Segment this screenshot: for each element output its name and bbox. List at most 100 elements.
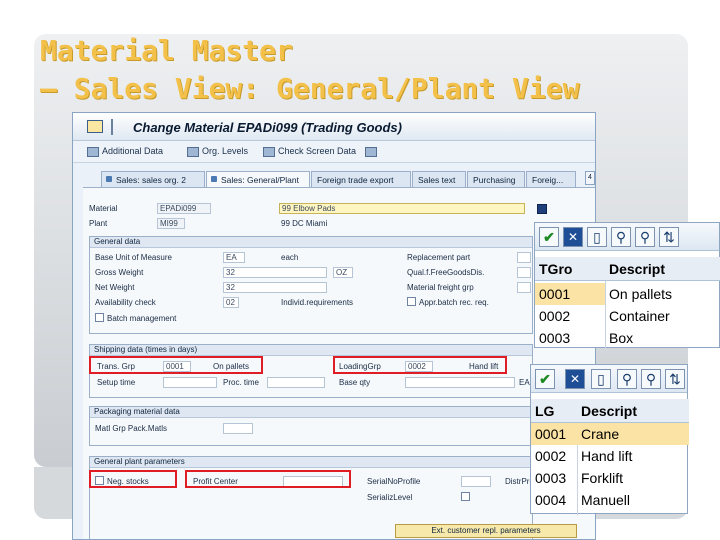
base-uom-field[interactable]: EA <box>223 252 245 263</box>
tab-purchasing[interactable]: Purchasing <box>467 171 525 187</box>
check-screen-data-icon <box>263 146 275 157</box>
qual-free-goods-label: Qual.f.FreeGoodsDis. <box>407 268 485 277</box>
sort-icon[interactable]: ⇅ <box>665 369 685 389</box>
list-item[interactable]: 0003 <box>531 467 577 489</box>
find-next-icon[interactable]: ⚲ <box>635 227 655 247</box>
ext-customer-repl-button[interactable]: Ext. customer repl. parameters <box>395 524 577 538</box>
proc-time-label: Proc. time <box>223 378 260 387</box>
tab-foreign[interactable]: Foreig... <box>526 171 576 187</box>
sort-icon[interactable]: ⇅ <box>659 227 679 247</box>
tab-sales-general-plant[interactable]: Sales: General/Plant <box>206 171 310 187</box>
tab-scroll-button[interactable]: 4 <box>585 171 595 185</box>
replacement-part-field[interactable] <box>517 252 531 263</box>
material-description-field: 99 Elbow Pads <box>279 203 525 214</box>
list-item[interactable]: Manuell <box>577 489 689 511</box>
checkmark-icon[interactable]: ✔ <box>539 227 559 247</box>
net-weight-field[interactable]: 32 <box>223 282 327 293</box>
list-item[interactable]: 0003 <box>535 327 605 349</box>
base-qty-unit: EA <box>519 378 530 387</box>
tgro-column-header[interactable]: TGro <box>535 257 605 281</box>
appr-batch-label: Appr.batch rec. req. <box>419 298 489 307</box>
base-qty-field[interactable] <box>405 377 515 388</box>
batch-management-checkbox[interactable] <box>95 313 104 322</box>
serial-profile-field[interactable] <box>461 476 491 487</box>
print-button[interactable] <box>365 146 380 157</box>
application-toolbar: Additional Data Org. Levels Check Screen… <box>73 141 595 163</box>
list-item[interactable]: On pallets <box>605 283 720 305</box>
cancel-icon[interactable]: ✕ <box>565 369 585 389</box>
availability-check-text: Individ.requirements <box>281 298 354 307</box>
replacement-part-label: Replacement part <box>407 253 471 262</box>
list-item[interactable]: Crane <box>577 423 689 445</box>
transport-group-popup: ✔ ✕ ▯ ⚲ ⚲ ⇅ TGro Descript 0001 On pallet… <box>534 222 720 349</box>
neg-stocks-highlight <box>89 470 177 488</box>
slide-title-line2: – Sales View: General/Plant View <box>40 72 580 105</box>
list-item[interactable]: 0002 <box>535 305 605 327</box>
title-separator <box>111 119 113 135</box>
tab-sales-org-2[interactable]: Sales: sales org. 2 <box>101 171 205 187</box>
serial-level-label: SerializLevel <box>367 493 413 502</box>
new-document-icon[interactable]: ▯ <box>591 369 611 389</box>
org-levels-icon <box>187 146 199 157</box>
list-item[interactable]: 0001 <box>535 283 605 305</box>
serial-level-checkbox[interactable] <box>461 492 470 501</box>
list-item[interactable]: 0004 <box>531 489 577 511</box>
find-next-icon[interactable]: ⚲ <box>641 369 661 389</box>
gross-weight-field[interactable]: 32 <box>223 267 327 278</box>
availability-check-field[interactable]: 02 <box>223 297 239 308</box>
availability-check-label: Availability check <box>95 298 156 307</box>
serial-profile-label: SerialNoProfile <box>367 477 421 486</box>
check-screen-data-button[interactable]: Check Screen Data <box>263 146 356 157</box>
transport-descript-column-header[interactable]: Descript <box>605 257 720 281</box>
base-uom-text: each <box>281 253 299 262</box>
material-field: EPADi099 <box>157 203 211 214</box>
list-item[interactable]: Forklift <box>577 467 689 489</box>
new-document-icon[interactable]: ▯ <box>587 227 607 247</box>
binoculars-icon[interactable]: ⚲ <box>617 369 637 389</box>
menu-icon[interactable] <box>87 120 103 133</box>
lg-column-header[interactable]: LG <box>531 399 577 423</box>
appr-batch-checkbox[interactable] <box>407 297 416 306</box>
tab-sales-text[interactable]: Sales text <box>412 171 466 187</box>
material-label: Material <box>89 204 118 213</box>
shipping-data-heading: Shipping data (times in days) <box>90 345 532 356</box>
gross-weight-label: Gross Weight <box>95 268 144 277</box>
proc-time-field[interactable] <box>267 377 325 388</box>
sap-title-bar: Change Material EPADi099 (Trading Goods) <box>73 113 595 141</box>
binoculars-icon[interactable]: ⚲ <box>611 227 631 247</box>
additional-data-icon <box>87 146 99 157</box>
material-freight-field[interactable] <box>517 282 531 293</box>
list-item[interactable]: Box <box>605 327 720 349</box>
window-title: Change Material EPADi099 (Trading Goods) <box>133 120 402 135</box>
loading-descript-column-header[interactable]: Descript <box>577 399 689 423</box>
tab-foreign-trade-export[interactable]: Foreign trade export <box>311 171 411 187</box>
list-item[interactable]: Container <box>605 305 720 327</box>
loading-popup-toolbar: ✔ ✕ ▯ ⚲ ⚲ ⇅ <box>531 365 687 393</box>
matl-grp-field[interactable] <box>223 423 253 434</box>
base-uom-label: Base Unit of Measure <box>95 253 172 262</box>
slide-title-line1: Material Master <box>40 34 293 67</box>
loading-grp-highlight <box>333 356 507 374</box>
trans-grp-highlight <box>89 356 263 374</box>
list-item[interactable]: 0001 <box>531 423 577 445</box>
packaging-heading: Packaging material data <box>90 407 532 418</box>
list-item[interactable]: Hand lift <box>577 445 689 467</box>
tab-content-pane: Material EPADi099 99 Elbow Pads Plant MI… <box>83 187 595 539</box>
plant-label: Plant <box>89 219 108 228</box>
loading-group-popup: ✔ ✕ ▯ ⚲ ⚲ ⇅ LG Descript 0001 Crane 0002 … <box>530 364 689 515</box>
org-levels-button[interactable]: Org. Levels <box>187 146 248 157</box>
qual-free-goods-field[interactable] <box>517 267 531 278</box>
info-icon[interactable] <box>537 204 547 214</box>
material-freight-label: Material freight grp <box>407 283 474 292</box>
matl-grp-label: Matl Grp Pack.Matls <box>95 424 168 433</box>
printer-icon <box>365 146 377 157</box>
weight-unit-field[interactable]: OZ <box>333 267 353 278</box>
setup-time-field[interactable] <box>163 377 217 388</box>
additional-data-button[interactable]: Additional Data <box>87 146 163 157</box>
batch-management-label: Batch management <box>107 314 177 323</box>
list-item[interactable]: 0002 <box>531 445 577 467</box>
cancel-icon[interactable]: ✕ <box>563 227 583 247</box>
checkmark-icon[interactable]: ✔ <box>535 369 555 389</box>
net-weight-label: Net Weight <box>95 283 135 292</box>
setup-time-label: Setup time <box>97 378 136 387</box>
